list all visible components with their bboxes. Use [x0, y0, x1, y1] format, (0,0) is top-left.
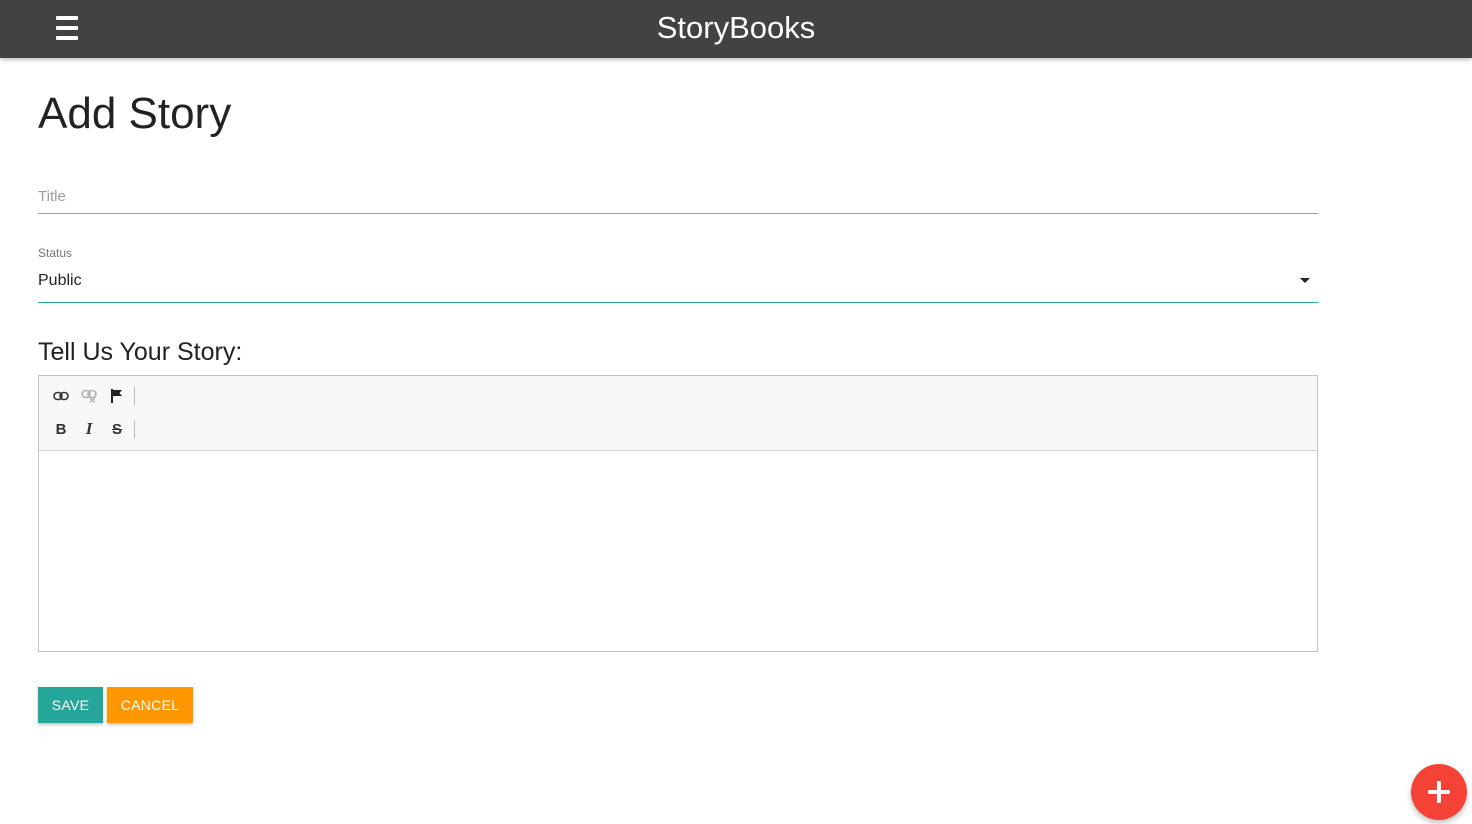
plus-icon-vertical: [1437, 781, 1441, 803]
toolbar-separator: [134, 420, 135, 438]
title-field-wrapper: [38, 176, 1318, 214]
dropdown-caret-icon: [1300, 278, 1310, 283]
story-heading: Tell Us Your Story:: [38, 338, 243, 366]
page-title: Add Story: [38, 89, 232, 138]
unlink-icon[interactable]: [77, 384, 101, 408]
save-button[interactable]: SAVE: [38, 687, 103, 723]
status-label: Status: [38, 246, 73, 260]
bold-icon[interactable]: B: [49, 417, 73, 441]
strikethrough-icon[interactable]: S: [105, 417, 129, 441]
italic-icon[interactable]: I: [77, 417, 101, 441]
add-story-fab-button[interactable]: [1411, 764, 1467, 820]
editor-content-area[interactable]: [39, 451, 1317, 651]
status-field-wrapper: Status Public: [38, 244, 1318, 303]
brand-logo-link[interactable]: StoryBooks: [0, 9, 1472, 47]
cancel-button[interactable]: CANCEL: [107, 687, 193, 723]
status-select[interactable]: Public: [38, 264, 1318, 303]
status-selected-value: Public: [38, 272, 82, 289]
rich-text-editor: B I S: [38, 375, 1318, 652]
top-navbar: StoryBooks: [0, 0, 1472, 58]
link-icon[interactable]: [49, 384, 73, 408]
toolbar-row-links: [49, 384, 135, 408]
editor-toolbar: B I S: [39, 376, 1317, 451]
toolbar-row-formatting: B I S: [49, 417, 135, 441]
anchor-flag-icon[interactable]: [105, 384, 129, 408]
toolbar-separator: [134, 387, 135, 405]
title-input[interactable]: [38, 176, 1318, 214]
